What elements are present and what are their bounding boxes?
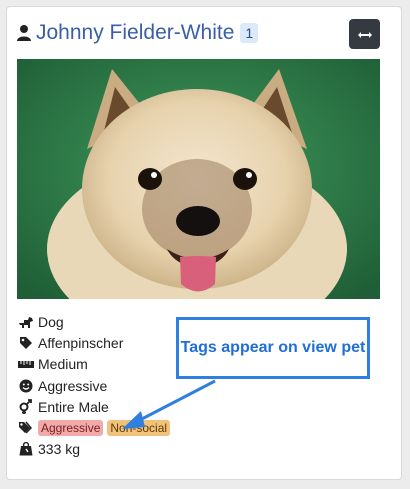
species-value: Dog bbox=[38, 313, 64, 330]
sex-value: Entire Male bbox=[38, 398, 109, 415]
swap-button[interactable] bbox=[349, 19, 380, 49]
sex-row: Entire Male bbox=[18, 396, 174, 417]
swap-arrows-icon bbox=[357, 27, 372, 42]
gender-icon bbox=[18, 398, 34, 415]
temperament-row: Aggressive bbox=[18, 375, 174, 396]
pet-photo bbox=[17, 59, 380, 299]
pet-count-badge: 1 bbox=[240, 23, 259, 43]
weight-value: 333 kg bbox=[38, 441, 81, 458]
tags-row: Aggressive Non-social bbox=[18, 417, 174, 438]
tag-aggressive: Aggressive bbox=[38, 420, 104, 437]
dog-icon bbox=[18, 314, 34, 330]
owner-name-link[interactable]: Johnny Fielder-White bbox=[36, 19, 234, 47]
tag-icon bbox=[18, 335, 34, 351]
annotation-callout: Tags appear on view pet bbox=[176, 317, 370, 379]
breed-value: Affenpinscher bbox=[38, 334, 124, 351]
user-icon bbox=[16, 24, 32, 42]
breed-row: Affenpinscher bbox=[18, 332, 174, 353]
tag-non-social: Non-social bbox=[107, 420, 171, 437]
smiley-icon bbox=[18, 378, 34, 394]
pet-details: Dog Affenpinscher Medium Aggressive Enti… bbox=[18, 311, 174, 460]
size-value: Medium bbox=[38, 356, 88, 373]
card-header: Johnny Fielder-White 1 bbox=[16, 19, 259, 47]
species-row: Dog bbox=[18, 311, 174, 332]
size-row: Medium bbox=[18, 354, 174, 375]
weight-icon bbox=[18, 441, 34, 457]
ruler-icon bbox=[18, 356, 34, 372]
tags-icon bbox=[18, 420, 34, 436]
temperament-value: Aggressive bbox=[38, 377, 108, 394]
weight-row: 333 kg bbox=[18, 439, 174, 460]
